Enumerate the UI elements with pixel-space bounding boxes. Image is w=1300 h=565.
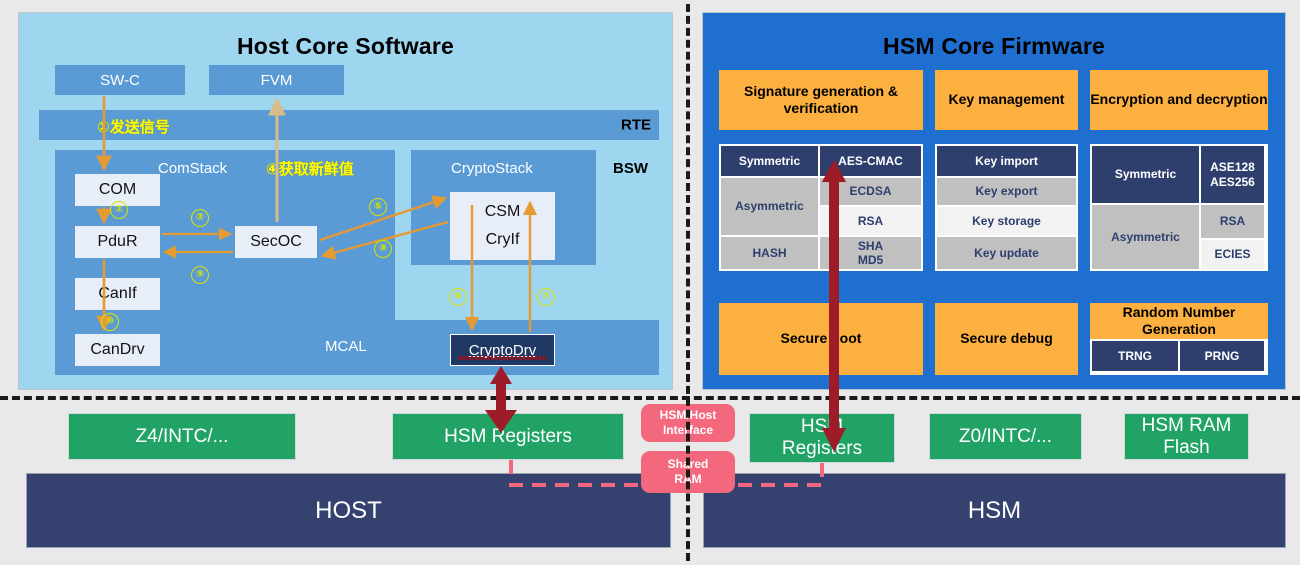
key-management-header[interactable]: Key management — [935, 70, 1078, 130]
callout-6: ⑥ — [449, 288, 467, 306]
hsm-ram-flash-label: HSM RAM Flash — [1141, 414, 1232, 458]
callout-5: ⑤ — [369, 198, 387, 216]
csm-label: CSM — [484, 203, 521, 220]
key-storage[interactable]: Key storage — [937, 207, 1076, 235]
secoc-box[interactable]: SecOC — [235, 226, 317, 258]
signature-header[interactable]: Signature generation & verification — [719, 70, 923, 130]
callout-8: ⑧ — [374, 240, 392, 258]
csm-cryif-box[interactable]: CSM CryIf — [450, 192, 555, 260]
comstack-label: ComStack — [158, 160, 228, 177]
software-hardware-divider — [0, 396, 1300, 400]
z0-intc-box[interactable]: Z0/INTC/... — [929, 413, 1082, 460]
sig-sha-md5[interactable]: SHA MD5 — [820, 237, 921, 269]
sig-rsa[interactable]: RSA — [820, 207, 921, 235]
candrv-box[interactable]: CanDrv — [75, 334, 160, 366]
diagram-canvas: Host Core Software SW-C FVM RTE ①发送信号 BS… — [0, 0, 1300, 565]
bsw-label: BSW — [613, 160, 648, 177]
sig-symmetric[interactable]: Symmetric — [721, 146, 818, 176]
swc-box[interactable]: SW-C — [55, 65, 185, 95]
host-band: HOST — [26, 473, 671, 548]
spellcheck-squiggle — [459, 356, 546, 360]
callout-10: ⑩ — [101, 313, 119, 331]
z4-intc-box[interactable]: Z4/INTC/... — [68, 413, 296, 460]
key-update[interactable]: Key update — [937, 237, 1076, 269]
host-hsm-vertical-divider — [686, 4, 690, 561]
prng-box[interactable]: PRNG — [1180, 341, 1264, 371]
hsm-ram-flash-box[interactable]: HSM RAM Flash — [1124, 413, 1249, 460]
sig-ecdsa[interactable]: ECDSA — [820, 178, 921, 205]
enc-asymmetric[interactable]: Asymmetric — [1092, 205, 1199, 269]
host-hsm-registers-box[interactable]: HSM Registers — [392, 413, 624, 460]
canif-box[interactable]: CanIf — [75, 278, 160, 310]
trng-box[interactable]: TRNG — [1092, 341, 1178, 371]
callout-3: ③ — [191, 209, 209, 227]
hsm-band: HSM — [703, 473, 1286, 548]
encryption-header[interactable]: Encryption and decryption — [1090, 70, 1268, 130]
key-import[interactable]: Key import — [937, 146, 1076, 176]
rng-grid: TRNG PRNG — [1090, 339, 1268, 375]
secure-debug-box[interactable]: Secure debug — [935, 303, 1078, 375]
enc-rsa[interactable]: RSA — [1201, 205, 1264, 238]
hsm-registers-label: HSM Registers — [781, 416, 863, 459]
sig-aes-cmac[interactable]: AES-CMAC — [820, 146, 921, 176]
fvm-box[interactable]: FVM — [209, 65, 344, 95]
cryptostack-label: CryptoStack — [451, 160, 533, 177]
rng-header[interactable]: Random Number Generation — [1090, 303, 1268, 339]
key-management-grid: Key import Key export Key storage Key up… — [935, 144, 1078, 271]
mcal-label: MCAL — [325, 338, 367, 355]
hsm-registers-box[interactable]: HSM Registers — [749, 413, 895, 463]
cryif-label: CryIf — [485, 231, 520, 248]
fresh-value-annotation: ④获取新鲜值 — [266, 161, 354, 178]
encryption-grid: Symmetric Asymmetric ASE128 AES256 RSA E… — [1090, 144, 1268, 271]
callout-9: ⑨ — [191, 266, 209, 284]
signature-grid: Symmetric Asymmetric HASH AES-CMAC ECDSA… — [719, 144, 923, 271]
hsm-panel-title: HSM Core Firmware — [883, 33, 1105, 59]
sig-sha-md5-label: SHA MD5 — [857, 238, 884, 267]
enc-aes-label: ASE128 AES256 — [1210, 160, 1255, 189]
callout-2: ② — [110, 201, 128, 219]
enc-ecies[interactable]: ECIES — [1201, 240, 1264, 269]
key-export[interactable]: Key export — [937, 178, 1076, 205]
callout-7: ⑦ — [537, 288, 555, 306]
send-signal-annotation: ①发送信号 — [97, 119, 170, 136]
secure-boot-box[interactable]: Secure boot — [719, 303, 923, 375]
sig-asymmetric[interactable]: Asymmetric — [721, 178, 818, 235]
pdur-box[interactable]: PduR — [75, 226, 160, 258]
enc-aes[interactable]: ASE128 AES256 — [1201, 146, 1264, 203]
sig-hash[interactable]: HASH — [721, 237, 818, 269]
cryptodrv-box[interactable]: CryptoDrv — [450, 334, 555, 366]
host-panel-title: Host Core Software — [236, 33, 455, 59]
enc-symmetric[interactable]: Symmetric — [1092, 146, 1199, 203]
rte-label: RTE — [621, 116, 651, 134]
